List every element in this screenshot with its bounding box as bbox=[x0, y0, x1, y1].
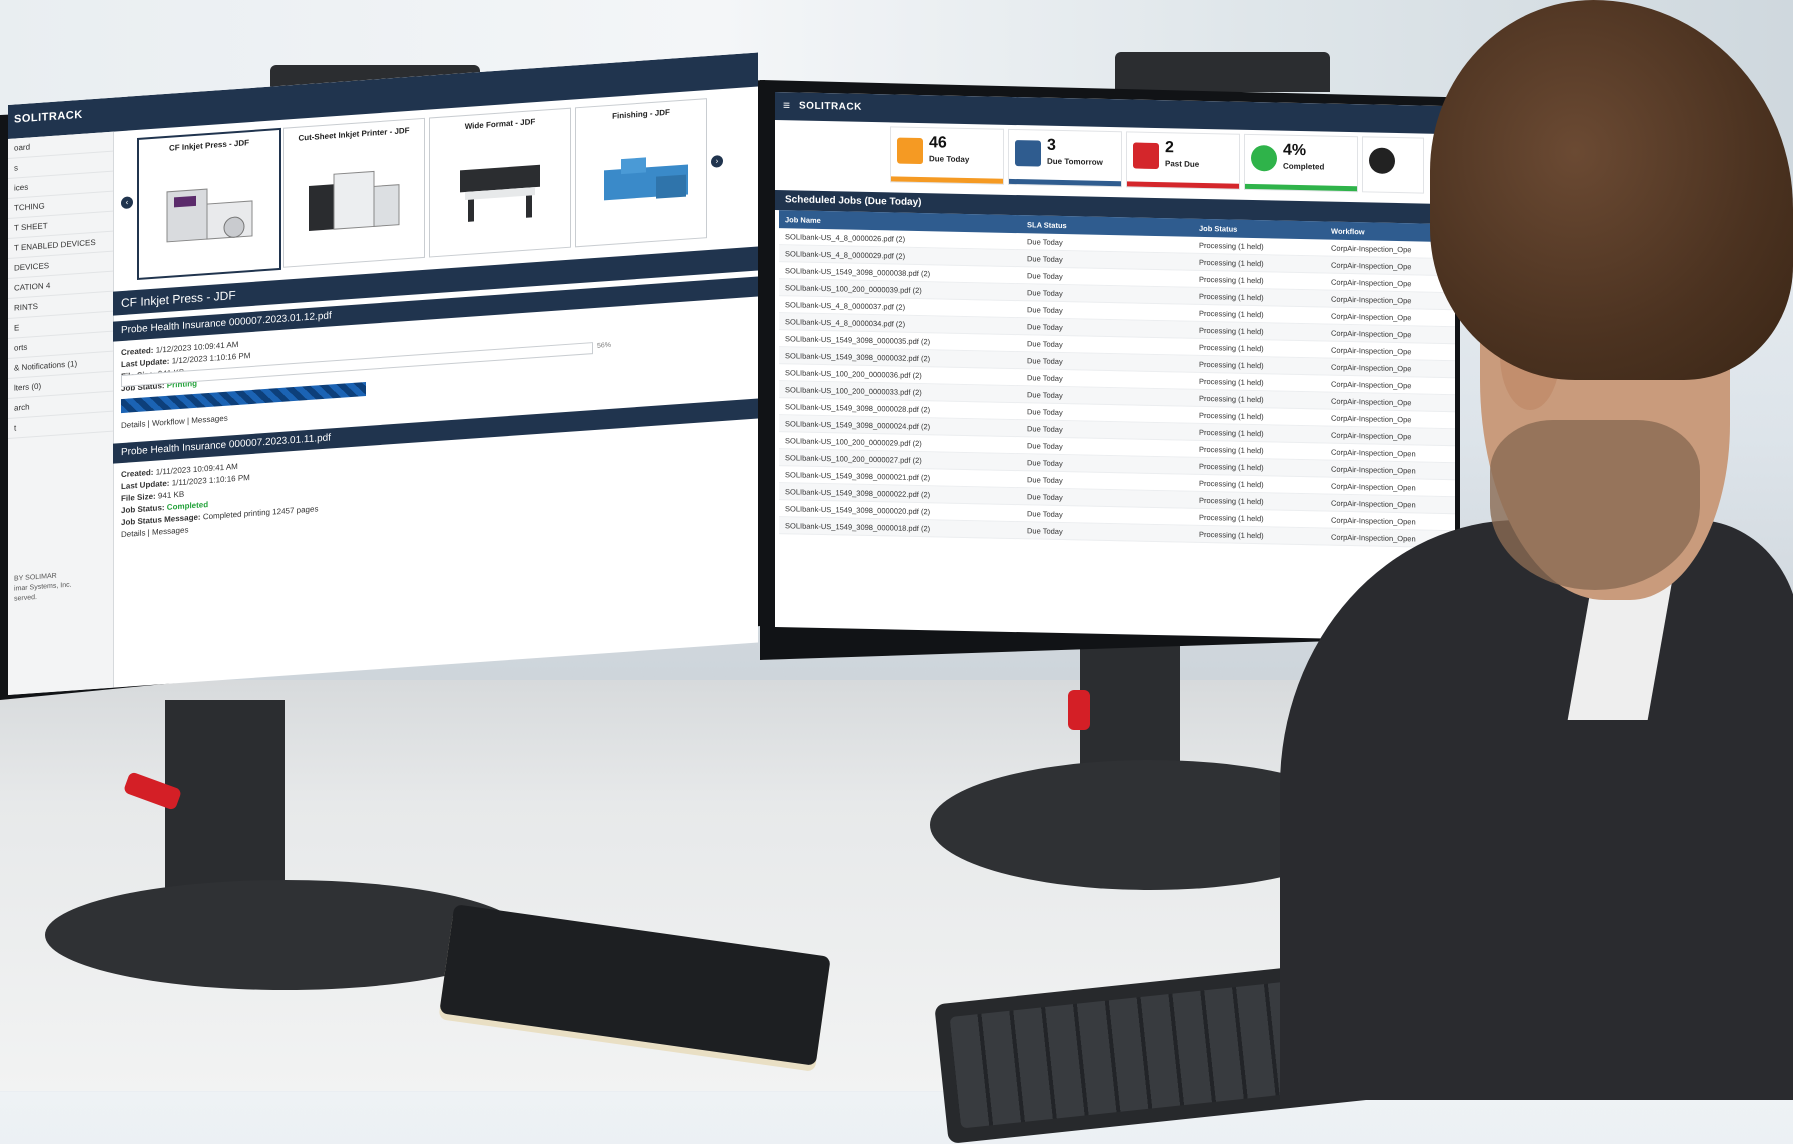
finishing-machine-image bbox=[604, 157, 688, 201]
sla-status-cell: Due Today bbox=[1021, 521, 1193, 543]
carousel-next-icon[interactable]: › bbox=[711, 155, 723, 168]
tile-value: 2 bbox=[1165, 139, 1174, 157]
gauge-icon bbox=[1369, 147, 1395, 174]
device-card-title: Finishing - JDF bbox=[612, 107, 670, 121]
calendar-icon bbox=[1015, 140, 1041, 167]
job-status-value: Completed bbox=[166, 500, 209, 512]
job-status-cell: Processing (1 held) bbox=[1193, 525, 1325, 546]
tile-label: Due Tomorrow bbox=[1047, 156, 1103, 167]
device-card-wide-format[interactable]: Wide Format - JDF bbox=[429, 107, 571, 258]
tile-value: 46 bbox=[929, 134, 947, 152]
calendar-icon bbox=[1133, 142, 1159, 170]
table-body: SOLIbank-US_4_8_0000026.pdf (2) Due Today… bbox=[779, 228, 1455, 548]
tile-due-today[interactable]: 46 Due Today bbox=[890, 126, 1004, 185]
size-label: File Size: bbox=[121, 491, 156, 504]
calendar-icon bbox=[897, 137, 923, 165]
device-card-title: CF Inkjet Press - JDF bbox=[168, 138, 250, 153]
device-card-title: Wide Format - JDF bbox=[464, 117, 536, 132]
device-card-cut-sheet[interactable]: Cut-Sheet Inkjet Printer - JDF bbox=[283, 117, 425, 268]
job-title[interactable]: Probe Health Insurance 000007.2023.01.11… bbox=[113, 398, 758, 464]
tile-partial[interactable] bbox=[1362, 136, 1424, 194]
hamburger-menu-icon[interactable]: ≡ bbox=[783, 98, 790, 112]
screen-right: ≡ SOLITRACK 46 Due Today 3 Due Tomorrow … bbox=[775, 92, 1455, 642]
tile-color-bar bbox=[1127, 181, 1239, 189]
device-card-title: Cut-Sheet Inkjet Printer - JDF bbox=[298, 125, 410, 143]
created-label: Created: bbox=[121, 345, 154, 358]
scheduled-jobs-table: Job Name SLA Status Job Status Workflow … bbox=[779, 210, 1455, 548]
tile-color-bar bbox=[1245, 183, 1357, 192]
tile-label: Past Due bbox=[1165, 159, 1200, 169]
app-logo[interactable]: SOLITRACK bbox=[799, 101, 862, 113]
left-sidebar: oard s ices TCHING T SHEET T ENABLED DEV… bbox=[8, 131, 114, 695]
webcam-right bbox=[1115, 52, 1330, 92]
created-label: Created: bbox=[121, 467, 154, 480]
tile-value: 3 bbox=[1047, 136, 1056, 154]
cf-inkjet-press-image bbox=[166, 188, 253, 243]
app-logo[interactable]: SOLITRACK bbox=[14, 109, 83, 126]
cable-clip-right bbox=[1068, 690, 1090, 730]
device-card-finishing[interactable]: Finishing - JDF bbox=[575, 98, 707, 248]
screen-left: SOLITRACK oard s ices TCHING T SHEET T E… bbox=[8, 52, 758, 696]
size-value: 941 KB bbox=[157, 489, 185, 501]
cut-sheet-printer-image bbox=[309, 170, 400, 231]
wide-format-printer-image bbox=[460, 164, 540, 222]
tile-past-due[interactable]: 2 Past Due bbox=[1126, 131, 1240, 190]
progress-percent: 56% bbox=[597, 341, 612, 350]
gauge-icon bbox=[1251, 144, 1277, 172]
tile-label: Completed bbox=[1283, 161, 1325, 172]
person-suit bbox=[1280, 520, 1793, 1100]
status-label: Job Status: bbox=[121, 503, 165, 516]
tile-label: Due Today bbox=[929, 154, 970, 165]
summary-tiles: 46 Due Today 3 Due Tomorrow 2 Past Due 4… bbox=[890, 126, 1450, 198]
tile-value: 4% bbox=[1283, 141, 1307, 160]
tile-due-tomorrow[interactable]: 3 Due Tomorrow bbox=[1008, 128, 1122, 188]
job-links[interactable]: Details | Workflow | Messages bbox=[121, 414, 228, 430]
tile-completed[interactable]: 4% Completed bbox=[1244, 133, 1358, 193]
person-beard bbox=[1490, 420, 1700, 590]
device-card-cf-inkjet[interactable]: CF Inkjet Press - JDF bbox=[137, 127, 281, 280]
left-main: ‹ CF Inkjet Press - JDF Cut-Sheet Inkjet… bbox=[113, 87, 758, 688]
tile-color-bar bbox=[891, 176, 1003, 184]
tile-color-bar bbox=[1009, 178, 1121, 187]
sidebar-footer: BY SOLIMAR imar Systems, Inc. served. bbox=[14, 571, 72, 605]
job-meta: Created: 1/11/2023 10:09:41 AM Last Upda… bbox=[121, 455, 318, 541]
carousel-prev-icon[interactable]: ‹ bbox=[121, 196, 133, 210]
